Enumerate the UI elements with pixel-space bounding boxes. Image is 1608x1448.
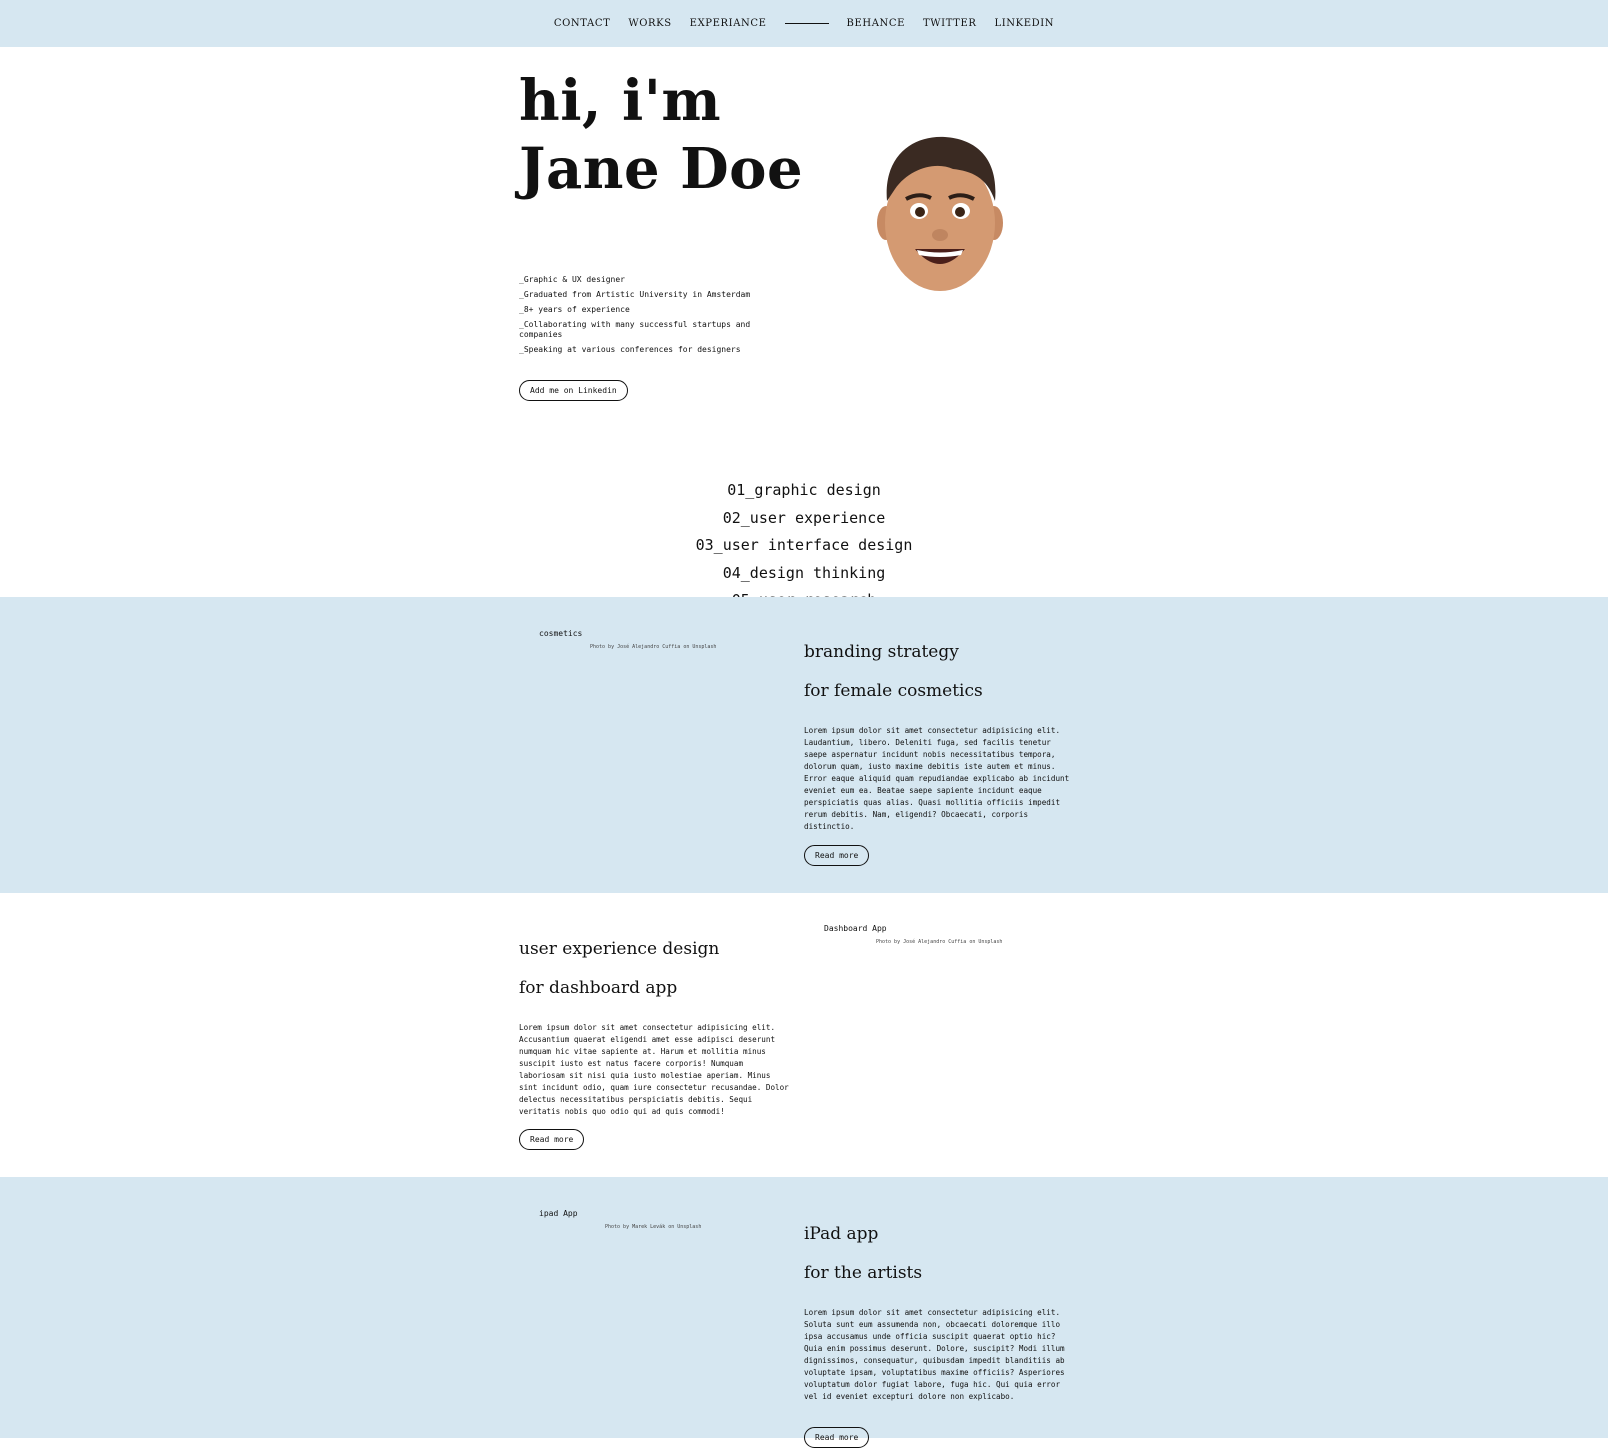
nav-divider — [784, 23, 829, 24]
work-title-line2: for the artists — [804, 1263, 923, 1283]
nav-link-behance[interactable]: BEHANCE — [847, 18, 906, 29]
bio-item: _Speaking at various conferences for des… — [519, 345, 741, 354]
work-cosmetics: cosmetics Photo by José Alejandro Cuffia… — [0, 597, 1608, 893]
work-title-line1: user experience design — [519, 939, 720, 959]
memoji-avatar-icon — [877, 136, 1003, 291]
work-description: Lorem ipsum dolor sit amet consectetur a… — [519, 1023, 789, 1116]
work-ipad: ipad App Photo by Marek Levák on Unsplas… — [0, 1177, 1608, 1448]
read-more-button[interactable]: Read more — [804, 845, 870, 866]
work-title-line2: for dashboard app — [519, 978, 678, 998]
bio-item: _Collaborating with many successful star… — [519, 320, 751, 339]
work-title-line1: iPad app — [804, 1224, 879, 1244]
work-title-line2: for female cosmetics — [804, 681, 983, 701]
nav-link-experiance[interactable]: EXPERIANCE — [690, 18, 767, 29]
bio-item: _Graduated from Artistic University in A… — [519, 290, 751, 299]
work-image-placeholder: Dashboard App — [824, 924, 887, 933]
nav-link-linkedin[interactable]: LINKEDIN — [994, 18, 1054, 29]
bio-list: _Graphic & UX designer _Graduated from A… — [519, 275, 759, 360]
nav-link-works[interactable]: WORKS — [628, 18, 671, 29]
skill-item: 01_graphic design — [727, 481, 881, 499]
read-more-button[interactable]: Read more — [519, 1129, 585, 1150]
work-title-line1: branding strategy — [804, 642, 959, 662]
add-linkedin-button[interactable]: Add me on Linkedin — [519, 380, 628, 401]
work-dashboard: Dashboard App Photo by José Alejandro Cu… — [0, 893, 1608, 1177]
hero-title: hi, i'm Jane Doe — [519, 67, 803, 203]
bio-item: _8+ years of experience — [519, 305, 630, 314]
skills-list: 01_graphic design 02_user experience 03_… — [0, 477, 1608, 615]
bio-item: _Graphic & UX designer — [519, 275, 625, 284]
skill-item: 04_design thinking — [722, 563, 886, 582]
photo-credit: Photo by José Alejandro Cuffia on Unspla… — [876, 939, 1003, 945]
top-nav: CONTACT WORKS EXPERIANCE BEHANCE TWITTER… — [0, 0, 1608, 47]
skill-item: 03_user interface design — [695, 536, 913, 554]
photo-credit: Photo by José Alejandro Cuffia on Unspla… — [590, 644, 717, 650]
work-description: Lorem ipsum dolor sit amet consectetur a… — [804, 726, 1070, 831]
work-description: Lorem ipsum dolor sit amet consectetur a… — [804, 1308, 1065, 1401]
skill-item: 02_user experience — [722, 508, 886, 527]
nav-link-twitter[interactable]: TWITTER — [923, 18, 976, 29]
work-image-placeholder: ipad App — [539, 1209, 578, 1218]
hero-title-line1: hi, i'm — [519, 68, 722, 134]
work-image-placeholder: cosmetics — [539, 629, 583, 638]
hero-title-line2: Jane Doe — [519, 136, 804, 202]
photo-credit: Photo by Marek Levák on Unsplash — [605, 1224, 702, 1230]
hero-section: hi, i'm Jane Doe _Graphic & UX designer … — [0, 47, 1608, 609]
nav-link-contact[interactable]: CONTACT — [554, 18, 610, 29]
